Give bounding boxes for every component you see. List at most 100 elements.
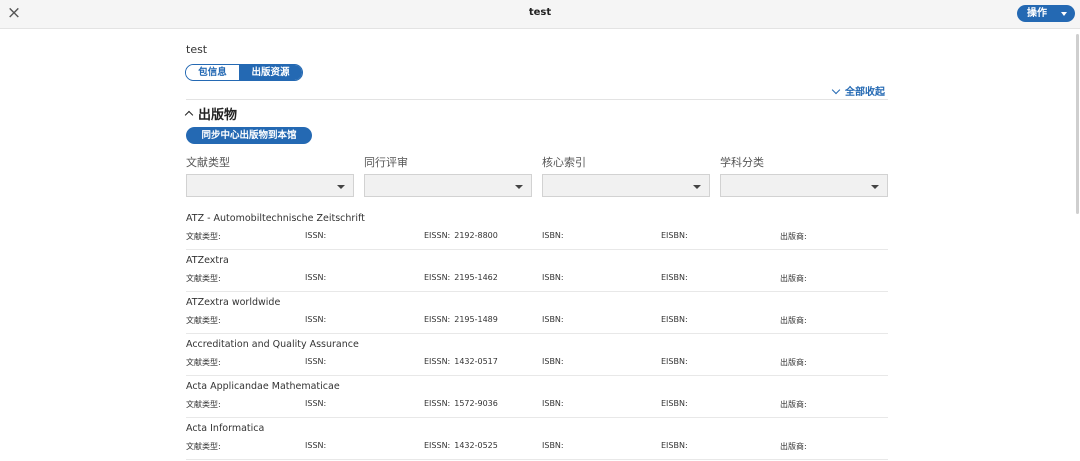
field-label: EISBN: [661,357,688,366]
field-label: EISSN: [424,357,451,366]
scrollbar[interactable] [1076,34,1079,214]
field-value: 2192-8800 [454,231,498,240]
publication-eisbn: EISBN: [661,231,692,240]
field-value: 1432-0517 [454,357,498,366]
publication-row[interactable]: Acta Informatica 文献类型: ISSN: EISSN: 1432-052… [186,418,888,460]
field-label: EISBN: [661,273,688,282]
publication-eissn: EISSN: 2195-1462 [424,273,498,282]
peer-review-select[interactable] [364,174,532,197]
field-label: 出版商: [780,232,807,241]
publication-publisher: 出版商: [780,273,811,284]
caret-down-icon [693,185,701,189]
publication-publisher: 出版商: [780,357,811,368]
collapse-all-label: 全部收起 [845,87,885,98]
publication-isbn: ISBN: [542,273,568,282]
publication-title: ATZ - Automobiltechnische Zeitschrift [186,213,365,224]
field-label: 文献类型: [186,442,221,451]
publication-publisher: 出版商: [780,315,811,326]
field-label: 文献类型: [186,232,221,241]
tab-switcher: 包信息 出版资源 [185,64,303,81]
field-label: ISBN: [542,357,564,366]
publication-doc-type: 文献类型: [186,399,225,410]
field-label: 出版商: [780,400,807,409]
field-label: 文献类型: [186,358,221,367]
publication-issn: ISSN: [305,441,330,450]
section-toggle[interactable]: 出版物 [184,104,237,123]
field-label: EISBN: [661,441,688,450]
filter-label-subject: 学科分类 [720,156,764,169]
field-label: EISBN: [661,399,688,408]
field-label: ISBN: [542,231,564,240]
caret-down-icon [337,185,345,189]
publication-eisbn: EISBN: [661,357,692,366]
field-value: 2195-1489 [454,315,498,324]
publication-row[interactable]: ATZextra worldwide 文献类型: ISSN: EISSN: 2195-1… [186,292,888,334]
top-bar: × test 操作 [0,0,1080,29]
filter-label-peer-review: 同行评审 [364,156,408,169]
sync-publications-button[interactable]: 同步中心出版物到本馆 [186,127,312,144]
field-value: 1572-9036 [454,399,498,408]
field-label: EISSN: [424,273,451,282]
publication-eissn: EISSN: 1432-0525 [424,441,498,450]
publication-doc-type: 文献类型: [186,357,225,368]
publication-eisbn: EISBN: [661,441,692,450]
chevron-up-icon [184,110,194,120]
tab-publishing-resources[interactable]: 出版资源 [239,65,302,80]
field-label: EISBN: [661,231,688,240]
field-label: ISSN: [305,273,327,282]
caret-down-icon [871,185,879,189]
publication-row[interactable]: Acta Applicandae Mathematicae 文献类型: ISSN: E… [186,376,888,418]
doc-type-select[interactable] [186,174,354,197]
publication-issn: ISSN: [305,231,330,240]
operations-button[interactable]: 操作 [1017,5,1075,22]
publication-eisbn: EISBN: [661,273,692,282]
filter-label-doc-type: 文献类型 [186,156,230,169]
field-label: 文献类型: [186,316,221,325]
publication-doc-type: 文献类型: [186,315,225,326]
publication-eissn: EISSN: 1432-0517 [424,357,498,366]
publication-publisher: 出版商: [780,441,811,452]
field-label: ISSN: [305,441,327,450]
publication-row[interactable]: ATZ - Automobiltechnische Zeitschrift 文献类… [186,208,888,250]
core-index-select[interactable] [542,174,710,197]
field-label: ISSN: [305,357,327,366]
caret-down-icon [1061,12,1067,16]
tab-package-info[interactable]: 包信息 [186,65,239,80]
field-label: ISBN: [542,399,564,408]
chevron-down-icon [831,85,841,95]
publication-isbn: ISBN: [542,315,568,324]
field-label: EISBN: [661,315,688,324]
publication-title: Acta Informatica [186,423,265,434]
publication-title: Acta Applicandae Mathematicae [186,381,340,392]
field-label: ISSN: [305,399,327,408]
publication-isbn: ISBN: [542,399,568,408]
subject-select[interactable] [720,174,888,197]
publication-title: Accreditation and Quality Assurance [186,339,359,350]
publication-row[interactable]: Accreditation and Quality Assurance 文献类型:… [186,334,888,376]
publication-doc-type: 文献类型: [186,441,225,452]
field-label: ISBN: [542,315,564,324]
field-label: ISSN: [305,231,327,240]
field-label: ISBN: [542,441,564,450]
publication-publisher: 出版商: [780,231,811,242]
publication-issn: ISSN: [305,399,330,408]
publication-title: ATZextra [186,255,229,266]
field-label: ISBN: [542,273,564,282]
field-label: 出版商: [780,442,807,451]
publication-eissn: EISSN: 2192-8800 [424,231,498,240]
field-label: EISSN: [424,315,451,324]
field-label: 出版商: [780,274,807,283]
field-label: EISSN: [424,441,451,450]
field-label: EISSN: [424,231,451,240]
publication-doc-type: 文献类型: [186,273,225,284]
publication-doc-type: 文献类型: [186,231,225,242]
caret-down-icon [515,185,523,189]
collapse-all-button[interactable]: 全部收起 [831,83,885,98]
field-label: 出版商: [780,316,807,325]
publication-eisbn: EISBN: [661,315,692,324]
field-value: 1432-0525 [454,441,498,450]
publication-list: ATZ - Automobiltechnische Zeitschrift 文献类… [186,208,888,460]
publication-eissn: EISSN: 1572-9036 [424,399,498,408]
publication-row[interactable]: ATZextra 文献类型: ISSN: EISSN: 2195-1462 ISBN: EI… [186,250,888,292]
publication-issn: ISSN: [305,357,330,366]
